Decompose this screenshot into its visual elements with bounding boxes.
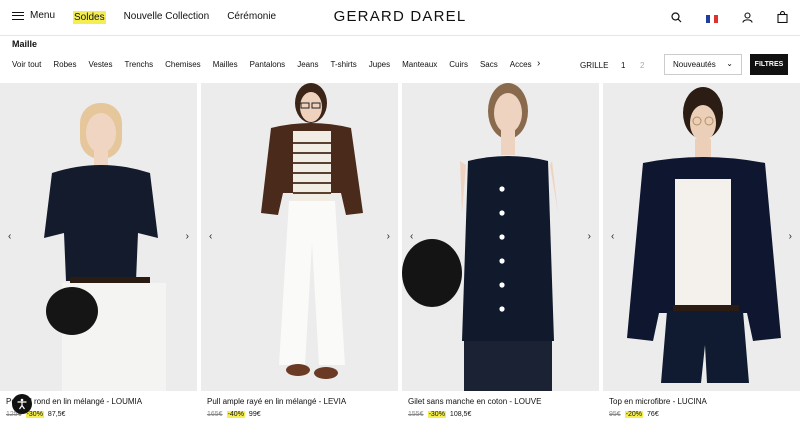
- french-flag-icon[interactable]: [706, 15, 718, 23]
- product-name[interactable]: Pull ample rayé en lin mélangé - LEVIA: [207, 397, 346, 406]
- cat-sacs[interactable]: Sacs: [480, 60, 498, 69]
- product-price: 165€ -40% 99€: [207, 411, 261, 418]
- cat-robes[interactable]: Robes: [53, 60, 76, 69]
- page-title: Maille: [12, 39, 38, 49]
- product-name[interactable]: Top en microfibre - LUCINA: [609, 397, 707, 406]
- discount-badge: -30%: [25, 411, 44, 418]
- grid-label: GRILLE: [580, 61, 609, 70]
- nav-ceremonie[interactable]: Cérémonie: [227, 11, 276, 24]
- chevron-left-icon[interactable]: ‹: [209, 231, 212, 242]
- cat-trenchs[interactable]: Trenchs: [125, 60, 154, 69]
- product-image[interactable]: ‹ ›: [402, 83, 599, 391]
- product-image[interactable]: ‹ ›: [603, 83, 800, 391]
- menu-button[interactable]: Menu: [12, 10, 55, 21]
- sort-select[interactable]: Nouveautés ⌄: [664, 54, 742, 75]
- old-price: 165€: [207, 411, 223, 418]
- sort-value: Nouveautés: [673, 60, 716, 69]
- hamburger-icon: [12, 11, 24, 20]
- cat-jeans[interactable]: Jeans: [297, 60, 318, 69]
- chevron-left-icon[interactable]: ‹: [8, 231, 11, 242]
- header-icons: [671, 10, 788, 28]
- product-image[interactable]: ‹ ›: [0, 83, 197, 391]
- chevron-right-icon[interactable]: ›: [537, 58, 540, 69]
- product-name[interactable]: Gilet sans manche en coton - LOUVE: [408, 397, 541, 406]
- old-price: 95€: [609, 411, 621, 418]
- cat-chemises[interactable]: Chemises: [165, 60, 201, 69]
- current-price: 76€: [647, 411, 659, 418]
- category-nav: Voir tout Robes Vestes Trenchs Chemises …: [12, 60, 532, 69]
- menu-label: Menu: [30, 10, 56, 21]
- account-icon[interactable]: [742, 10, 753, 28]
- product-price: 95€ -20% 76€: [609, 411, 659, 418]
- old-price: 155€: [408, 411, 424, 418]
- cat-jupes[interactable]: Jupes: [369, 60, 390, 69]
- chevron-right-icon[interactable]: ›: [789, 231, 792, 242]
- chevron-down-icon: ⌄: [726, 59, 733, 68]
- discount-badge: -40%: [226, 411, 245, 418]
- chevron-right-icon[interactable]: ›: [387, 231, 390, 242]
- product-card[interactable]: ‹ › Top en microfibre - LUCINA 95€ -20% …: [603, 83, 800, 424]
- product-card[interactable]: ‹ › Gilet sans manche en coton - LOUVE 1…: [402, 83, 599, 424]
- nav-soldes[interactable]: Soldes: [73, 11, 106, 24]
- cat-mailles[interactable]: Mailles: [213, 60, 238, 69]
- filters-button[interactable]: FILTRES: [750, 54, 788, 75]
- product-price: 155€ -30% 108,5€: [408, 411, 471, 418]
- current-price: 108,5€: [449, 411, 472, 418]
- cat-pantalons[interactable]: Pantalons: [250, 60, 286, 69]
- current-price: 87,5€: [47, 411, 66, 418]
- cat-tshirts[interactable]: T-shirts: [331, 60, 357, 69]
- search-icon[interactable]: [671, 10, 682, 28]
- chevron-right-icon[interactable]: ›: [588, 231, 591, 242]
- cat-cuirs[interactable]: Cuirs: [449, 60, 468, 69]
- top-nav: Soldes Nouvelle Collection Cérémonie: [73, 11, 276, 24]
- product-price: 125€ -30% 87,5€: [6, 411, 65, 418]
- cat-manteaux[interactable]: Manteaux: [402, 60, 437, 69]
- chevron-right-icon[interactable]: ›: [186, 231, 189, 242]
- chevron-left-icon[interactable]: ‹: [410, 231, 413, 242]
- cat-voir-tout[interactable]: Voir tout: [12, 60, 41, 69]
- cat-accessoires[interactable]: Accessoires: [510, 60, 532, 69]
- grid-option-1[interactable]: 1: [621, 61, 625, 70]
- accessibility-icon[interactable]: [12, 394, 32, 414]
- product-image[interactable]: ‹ ›: [201, 83, 398, 391]
- cart-icon[interactable]: [777, 10, 788, 28]
- chevron-left-icon[interactable]: ‹: [611, 231, 614, 242]
- site-header: Menu Soldes Nouvelle Collection Cérémoni…: [0, 0, 800, 36]
- product-card[interactable]: ‹ › Pull ample rayé en lin mélangé - LEV…: [201, 83, 398, 424]
- discount-badge: -30%: [427, 411, 446, 418]
- discount-badge: -20%: [624, 411, 644, 418]
- cat-vestes[interactable]: Vestes: [88, 60, 112, 69]
- product-card[interactable]: ‹ › Pull col rond en lin mélangé - LOUMI…: [0, 83, 197, 424]
- nav-nouvelle-collection[interactable]: Nouvelle Collection: [124, 11, 210, 24]
- current-price: 99€: [248, 411, 261, 418]
- grid-option-2[interactable]: 2: [640, 61, 644, 70]
